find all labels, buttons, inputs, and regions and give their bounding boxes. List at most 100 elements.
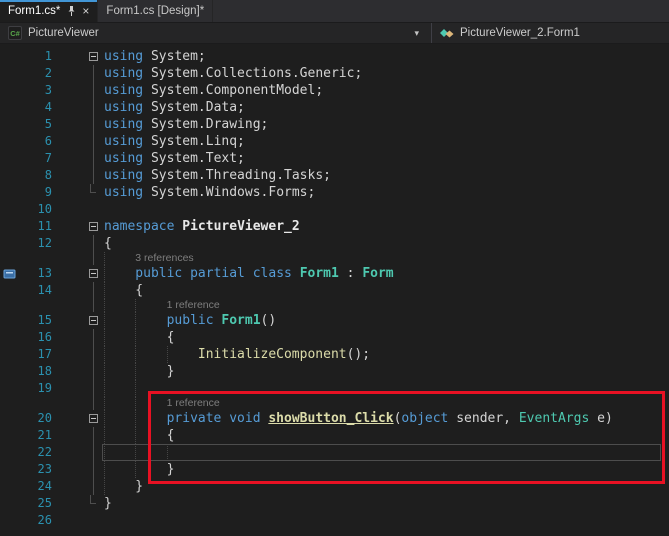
csharp-project-icon: C# <box>8 26 22 40</box>
chevron-down-icon[interactable]: ▾ <box>414 28 423 39</box>
indent-guide <box>104 461 135 478</box>
fold-collapse-icon[interactable] <box>89 222 98 231</box>
codelens-references[interactable]: 1 reference <box>167 397 220 410</box>
code-line-content[interactable]: namespace PictureViewer_2 <box>102 218 669 235</box>
indent-guide <box>104 427 135 444</box>
fold-margin <box>84 363 102 380</box>
glyph-margin <box>0 444 18 461</box>
fold-collapse-icon[interactable] <box>89 52 98 61</box>
line-number[interactable]: 9 <box>18 184 58 201</box>
glyph-margin <box>0 235 18 252</box>
fold-margin <box>84 184 102 201</box>
tab-form1cs-design[interactable]: Form1.cs [Design]* <box>98 0 213 22</box>
fold-collapse-icon[interactable] <box>89 269 98 278</box>
code-line-content[interactable]: private void showButton_Click(object sen… <box>102 410 669 427</box>
line-number[interactable]: 18 <box>18 363 58 380</box>
code-line: 8 using System.Threading.Tasks; <box>0 167 669 184</box>
line-number[interactable]: 24 <box>18 478 58 495</box>
code-line: 7 using System.Text; <box>0 150 669 167</box>
line-number[interactable]: 3 <box>18 82 58 99</box>
glyph-margin <box>0 512 18 529</box>
fold-guide-end <box>90 184 96 193</box>
code-line-content[interactable]: using System; <box>102 48 669 65</box>
indent-guide <box>135 461 166 478</box>
tab-form1cs[interactable]: Form1.cs* × <box>0 0 98 22</box>
code-line-content[interactable] <box>102 380 669 397</box>
code-line: 20 private void showButton_Click(object s… <box>0 410 669 427</box>
margin-glyph-icon[interactable] <box>3 267 16 280</box>
line-number[interactable]: 2 <box>18 65 58 82</box>
code-lines: 1 using System; 2 using System.Collections.… <box>0 48 669 529</box>
codelens-references[interactable]: 1 reference <box>167 299 220 312</box>
line-number[interactable]: 20 <box>18 410 58 427</box>
code-line-content[interactable]: } <box>102 461 669 478</box>
code-line-content[interactable] <box>102 201 669 218</box>
code-line-content[interactable]: } <box>102 495 669 512</box>
line-number[interactable]: 19 <box>18 380 58 397</box>
fold-collapse-icon[interactable] <box>89 414 98 423</box>
line-number[interactable]: 14 <box>18 282 58 299</box>
code-line-content[interactable]: using System.Collections.Generic; <box>102 65 669 82</box>
line-number[interactable]: 25 <box>18 495 58 512</box>
code-line-content[interactable]: using System.Threading.Tasks; <box>102 167 669 184</box>
class-dropdown[interactable]: PictureViewer_2.Form1 <box>432 23 669 43</box>
glyph-margin <box>0 167 18 184</box>
code-line-content[interactable]: using System.Data; <box>102 99 669 116</box>
code-line-content[interactable]: { <box>102 282 669 299</box>
line-number[interactable]: 4 <box>18 99 58 116</box>
fold-margin <box>84 218 102 235</box>
fold-guide <box>93 133 94 150</box>
indent-guide <box>104 346 135 363</box>
code-line-content[interactable]: using System.Drawing; <box>102 116 669 133</box>
line-number[interactable]: 6 <box>18 133 58 150</box>
code-line-content[interactable] <box>102 444 661 461</box>
code-line: 5 using System.Drawing; <box>0 116 669 133</box>
code-line-content[interactable]: InitializeComponent(); <box>102 346 669 363</box>
line-number[interactable]: 7 <box>18 150 58 167</box>
line-number[interactable]: 26 <box>18 512 58 529</box>
code-line-content[interactable]: { <box>102 235 669 252</box>
line-number[interactable]: 21 <box>18 427 58 444</box>
fold-collapse-icon[interactable] <box>89 316 98 325</box>
line-number[interactable]: 23 <box>18 461 58 478</box>
code-line: 19 <box>0 380 669 397</box>
code-line-content[interactable]: public partial class Form1 : Form <box>102 265 669 282</box>
indent-guide <box>135 427 166 444</box>
glyph-margin <box>0 99 18 116</box>
line-number[interactable]: 11 <box>18 218 58 235</box>
pin-icon[interactable] <box>67 5 76 17</box>
glyph-margin <box>0 427 18 444</box>
codelens-row: 1 reference <box>0 299 669 312</box>
glyph-margin <box>0 133 18 150</box>
glyph-margin <box>0 201 18 218</box>
code-line-content[interactable]: { <box>102 427 669 444</box>
code-editor[interactable]: 1 using System; 2 using System.Collections.… <box>0 44 669 536</box>
close-icon[interactable]: × <box>82 5 89 17</box>
line-number[interactable]: 10 <box>18 201 58 218</box>
code-line-content[interactable]: public Form1() <box>102 312 669 329</box>
project-dropdown[interactable]: C# PictureViewer ▾ <box>0 23 432 43</box>
line-number[interactable]: 13 <box>18 265 58 282</box>
line-number[interactable]: 17 <box>18 346 58 363</box>
navigation-bar: C# PictureViewer ▾ PictureViewer_2.Form1 <box>0 22 669 44</box>
fold-guide <box>93 252 94 265</box>
indent-guide <box>104 312 135 329</box>
line-number[interactable]: 15 <box>18 312 58 329</box>
code-line-content[interactable]: using System.Linq; <box>102 133 669 150</box>
line-number[interactable]: 5 <box>18 116 58 133</box>
line-number[interactable]: 12 <box>18 235 58 252</box>
code-line-content[interactable]: { <box>102 329 669 346</box>
code-line-content[interactable]: using System.Windows.Forms; <box>102 184 669 201</box>
line-number[interactable]: 1 <box>18 48 58 65</box>
code-line-content[interactable]: using System.ComponentModel; <box>102 82 669 99</box>
fold-guide <box>93 461 94 478</box>
line-number[interactable]: 22 <box>18 444 58 461</box>
line-number[interactable]: 8 <box>18 167 58 184</box>
code-line-content[interactable] <box>102 512 669 529</box>
code-line-content[interactable]: } <box>102 363 669 380</box>
code-line-content[interactable]: using System.Text; <box>102 150 669 167</box>
codelens-references[interactable]: 3 references <box>135 252 193 265</box>
line-number[interactable]: 16 <box>18 329 58 346</box>
code-line: 3 using System.ComponentModel; <box>0 82 669 99</box>
code-line-content[interactable]: } <box>102 478 669 495</box>
